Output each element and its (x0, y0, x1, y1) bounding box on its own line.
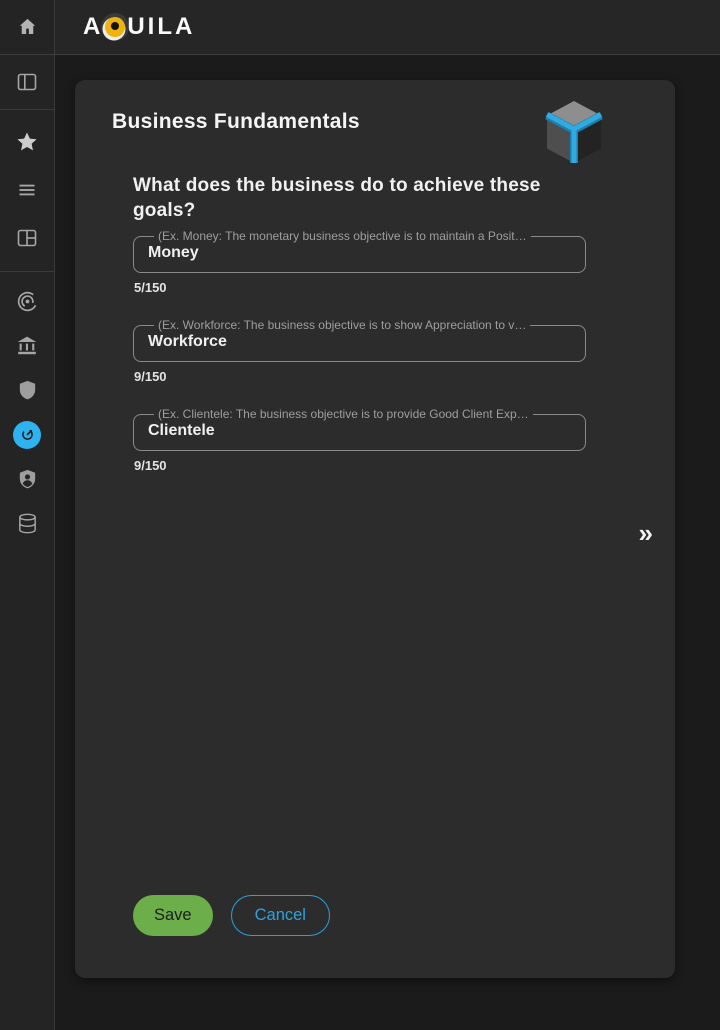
goal-field-workforce-label: (Ex. Workforce: The business objective i… (154, 318, 530, 332)
sidebar-item-panels[interactable] (0, 55, 54, 110)
sidebar-divider (0, 262, 54, 272)
business-fundamentals-card: Business Fundamentals What does the busi… (75, 80, 675, 978)
eye-pupil (111, 22, 119, 30)
sidebar-item-home[interactable] (0, 0, 54, 55)
main-content: Business Fundamentals What does the busi… (55, 55, 720, 1030)
question-text: What does the business do to achieve the… (133, 174, 595, 223)
sidebar-item-security[interactable] (0, 368, 54, 413)
sidebar (0, 0, 55, 1030)
expand-chevron-icon[interactable]: » (635, 516, 657, 550)
action-buttons: Save Cancel (133, 895, 330, 936)
gauge-icon (19, 426, 36, 443)
top-bar: A UILA (55, 0, 720, 55)
home-icon (16, 16, 39, 39)
dashboard-grid-icon (15, 226, 39, 250)
goal-field-clientele[interactable]: (Ex. Clientele: The business objective i… (133, 407, 586, 451)
logo-text-prefix: A (83, 13, 103, 41)
star-icon (15, 130, 39, 154)
eye-icon (105, 17, 125, 37)
database-icon (16, 512, 39, 535)
active-item-badge (13, 421, 41, 449)
sidebar-item-menu[interactable] (0, 166, 54, 214)
sidebar-item-dashboard[interactable] (0, 214, 54, 262)
sidebar-item-tracking[interactable] (0, 279, 54, 324)
goal-field-money-label: (Ex. Money: The monetary business object… (154, 229, 531, 243)
goal-input-clientele[interactable] (148, 421, 575, 443)
fields-container: (Ex. Money: The monetary business object… (133, 229, 586, 473)
goal-input-workforce[interactable] (148, 332, 575, 354)
goal-field-money[interactable]: (Ex. Money: The monetary business object… (133, 229, 586, 273)
track-changes-icon (15, 289, 40, 314)
logo-text-suffix: UILA (127, 13, 195, 41)
save-button[interactable]: Save (133, 895, 213, 936)
aquila-logo[interactable]: A UILA (83, 13, 195, 41)
shield-person-icon (16, 468, 39, 491)
layout-panel-icon (15, 70, 39, 94)
sidebar-item-bank[interactable] (0, 324, 54, 369)
cube-logo-icon (543, 100, 605, 166)
char-counter-money: 5/150 (134, 280, 586, 295)
char-counter-workforce: 9/150 (134, 369, 586, 384)
sidebar-item-data[interactable] (0, 502, 54, 547)
char-counter-clientele: 9/150 (134, 458, 586, 473)
sidebar-item-performance[interactable] (0, 413, 54, 458)
cancel-button[interactable]: Cancel (231, 895, 330, 936)
goal-field-workforce[interactable]: (Ex. Workforce: The business objective i… (133, 318, 586, 362)
menu-icon (15, 178, 39, 202)
goal-input-money[interactable] (148, 243, 575, 265)
shield-icon (16, 379, 39, 402)
goal-field-clientele-label: (Ex. Clientele: The business objective i… (154, 407, 533, 421)
sidebar-item-favorites[interactable] (0, 118, 54, 166)
bank-icon (15, 334, 39, 358)
sidebar-item-admin[interactable] (0, 457, 54, 502)
